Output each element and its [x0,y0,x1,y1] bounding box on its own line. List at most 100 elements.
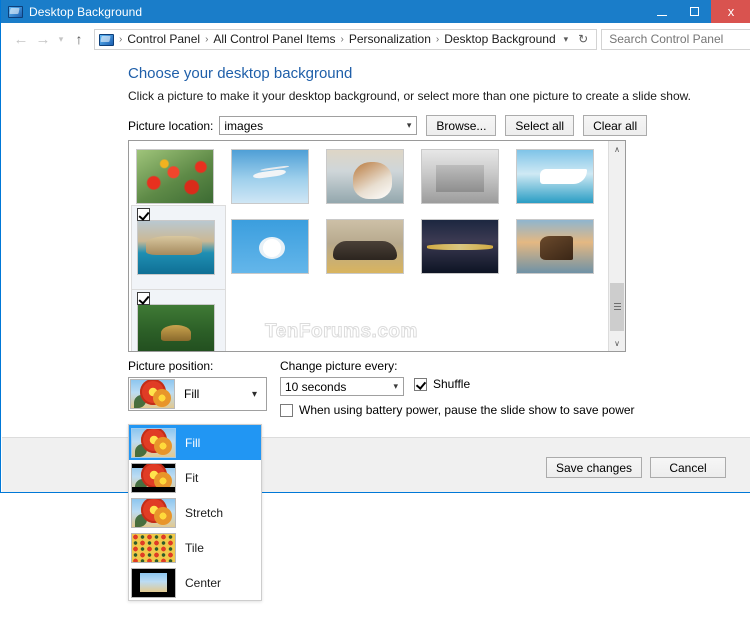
close-button[interactable]: x [711,0,750,23]
thumbnail-city-night [421,219,499,274]
breadcrumb-all-control-panel-items[interactable]: All Control Panel Items [211,32,337,46]
breadcrumb-separator: › [202,34,211,45]
picture-location-combo[interactable]: images ▾ [219,116,417,135]
dropdown-option-stretch[interactable]: Stretch [129,495,261,530]
up-arrow-icon[interactable]: ↑ [68,28,90,50]
change-picture-every-label: Change picture every: [280,359,397,373]
navigation-bar: ← → ▾ ↑ › Control Panel › All Control Pa… [2,23,750,55]
scroll-down-button[interactable]: ∨ [609,335,625,351]
stretch-preview-icon [131,498,176,528]
center-preview-icon [131,568,176,598]
fill-preview-icon [131,428,176,458]
thumbnail-coastline [137,220,215,275]
battery-pause-checkbox[interactable] [280,404,293,417]
footer-buttons: Save changes Cancel [538,457,726,478]
battery-pause-row[interactable]: When using battery power, pause the slid… [280,403,635,417]
footer-bar: Save changes Cancel [2,437,750,492]
dropdown-option-tile[interactable]: Tile [129,530,261,565]
dropdown-option-fit[interactable]: Fit [129,460,261,495]
control-panel-icon [98,32,114,47]
thumbnail-dog [326,149,404,204]
scrollbar-grip-icon [614,303,621,310]
save-changes-button[interactable]: Save changes [546,457,642,478]
thumbnail-building-bw [421,149,499,204]
thumbnail-blossom [231,219,309,274]
list-item[interactable] [321,205,416,293]
dropdown-option-center[interactable]: Center [129,565,261,600]
desktop-background-window: Desktop Background x ← → ▾ ↑ › Control P… [0,0,750,493]
tile-preview-icon [131,533,176,563]
window-controls: x [645,0,750,23]
breadcrumb-desktop-background[interactable]: Desktop Background [442,32,557,46]
thumbnail-checkbox[interactable] [137,292,150,305]
minimize-button[interactable] [645,0,678,23]
desktop-background-icon [7,4,23,20]
title-bar: Desktop Background x [1,0,750,23]
thumbnail-checkbox[interactable] [137,208,150,221]
search-input[interactable] [607,31,750,47]
chevron-down-icon[interactable]: ▾ [558,34,575,45]
page-subtitle: Click a picture to make it your desktop … [128,89,691,103]
breadcrumb-personalization[interactable]: Personalization [347,32,433,46]
breadcrumb-separator: › [433,34,442,45]
recent-locations-icon[interactable]: ▾ [54,28,68,50]
close-icon: x [728,5,735,18]
list-item[interactable] [416,205,511,293]
dropdown-option-label: Fill [185,436,200,450]
picture-location-label: Picture location: [128,119,213,133]
picture-list[interactable]: TenForums.com ∧ ∨ [128,140,626,352]
picture-position-value: Fill [184,387,199,401]
clear-all-button[interactable]: Clear all [583,115,647,136]
address-bar[interactable]: › Control Panel › All Control Panel Item… [94,29,597,50]
dropdown-option-fill[interactable]: Fill [129,425,261,460]
content-area: Choose your desktop background Click a p… [2,55,750,437]
back-arrow-icon[interactable]: ← [10,28,32,50]
select-all-button[interactable]: Select all [505,115,574,136]
change-picture-every-combo[interactable]: 10 seconds ▾ [280,377,404,396]
maximize-icon [690,7,699,16]
shuffle-row[interactable]: Shuffle [414,377,470,391]
picture-location-value: images [224,119,263,133]
thumbnail-shipwreck [516,219,594,274]
scroll-up-button[interactable]: ∧ [609,141,625,157]
breadcrumb-separator: › [337,34,346,45]
forward-arrow-icon[interactable]: → [32,28,54,50]
thumbnail-seagull [231,149,309,204]
maximize-button[interactable] [678,0,711,23]
battery-pause-label: When using battery power, pause the slid… [299,403,635,417]
picture-grid: TenForums.com [129,141,609,352]
chevron-down-icon: ▾ [393,381,398,392]
thumbnail-jungle [137,304,215,352]
shuffle-checkbox[interactable] [414,378,427,391]
change-picture-every-value: 10 seconds [285,380,346,394]
chevron-down-icon: ▾ [407,120,412,131]
dropdown-option-label: Fit [185,471,198,485]
dropdown-option-label: Stretch [185,506,223,520]
list-item[interactable] [226,205,321,293]
picture-position-combo[interactable]: Fill ▾ [128,377,267,411]
picture-position-label: Picture position: [128,359,213,373]
picture-list-scrollbar[interactable]: ∧ ∨ [608,141,625,351]
chevron-down-icon: ▾ [252,389,257,400]
picture-position-dropdown[interactable]: Fill Fit Stretch Tile Center [128,424,262,601]
breadcrumb-separator: › [116,34,125,45]
dropdown-option-label: Center [185,576,221,590]
list-item[interactable] [511,205,606,293]
scrollbar-thumb[interactable] [610,283,624,331]
thumbnail-poppies [136,149,214,204]
page-title: Choose your desktop background [128,65,352,82]
picture-position-preview [130,379,175,409]
picture-location-row: Picture location: images ▾ Browse... Sel… [128,115,647,136]
cancel-button[interactable]: Cancel [650,457,726,478]
search-box[interactable]: 🔍 [601,29,750,50]
breadcrumb-control-panel[interactable]: Control Panel [125,32,202,46]
window-title: Desktop Background [29,5,142,19]
shuffle-label: Shuffle [433,377,470,391]
browse-button[interactable]: Browse... [426,115,496,136]
list-item-selected[interactable] [131,205,226,293]
refresh-icon[interactable]: ↻ [574,32,592,46]
fit-preview-icon [131,463,176,493]
minimize-icon [657,15,667,16]
watermark: TenForums.com [265,321,418,343]
list-item-selected[interactable] [131,289,226,352]
